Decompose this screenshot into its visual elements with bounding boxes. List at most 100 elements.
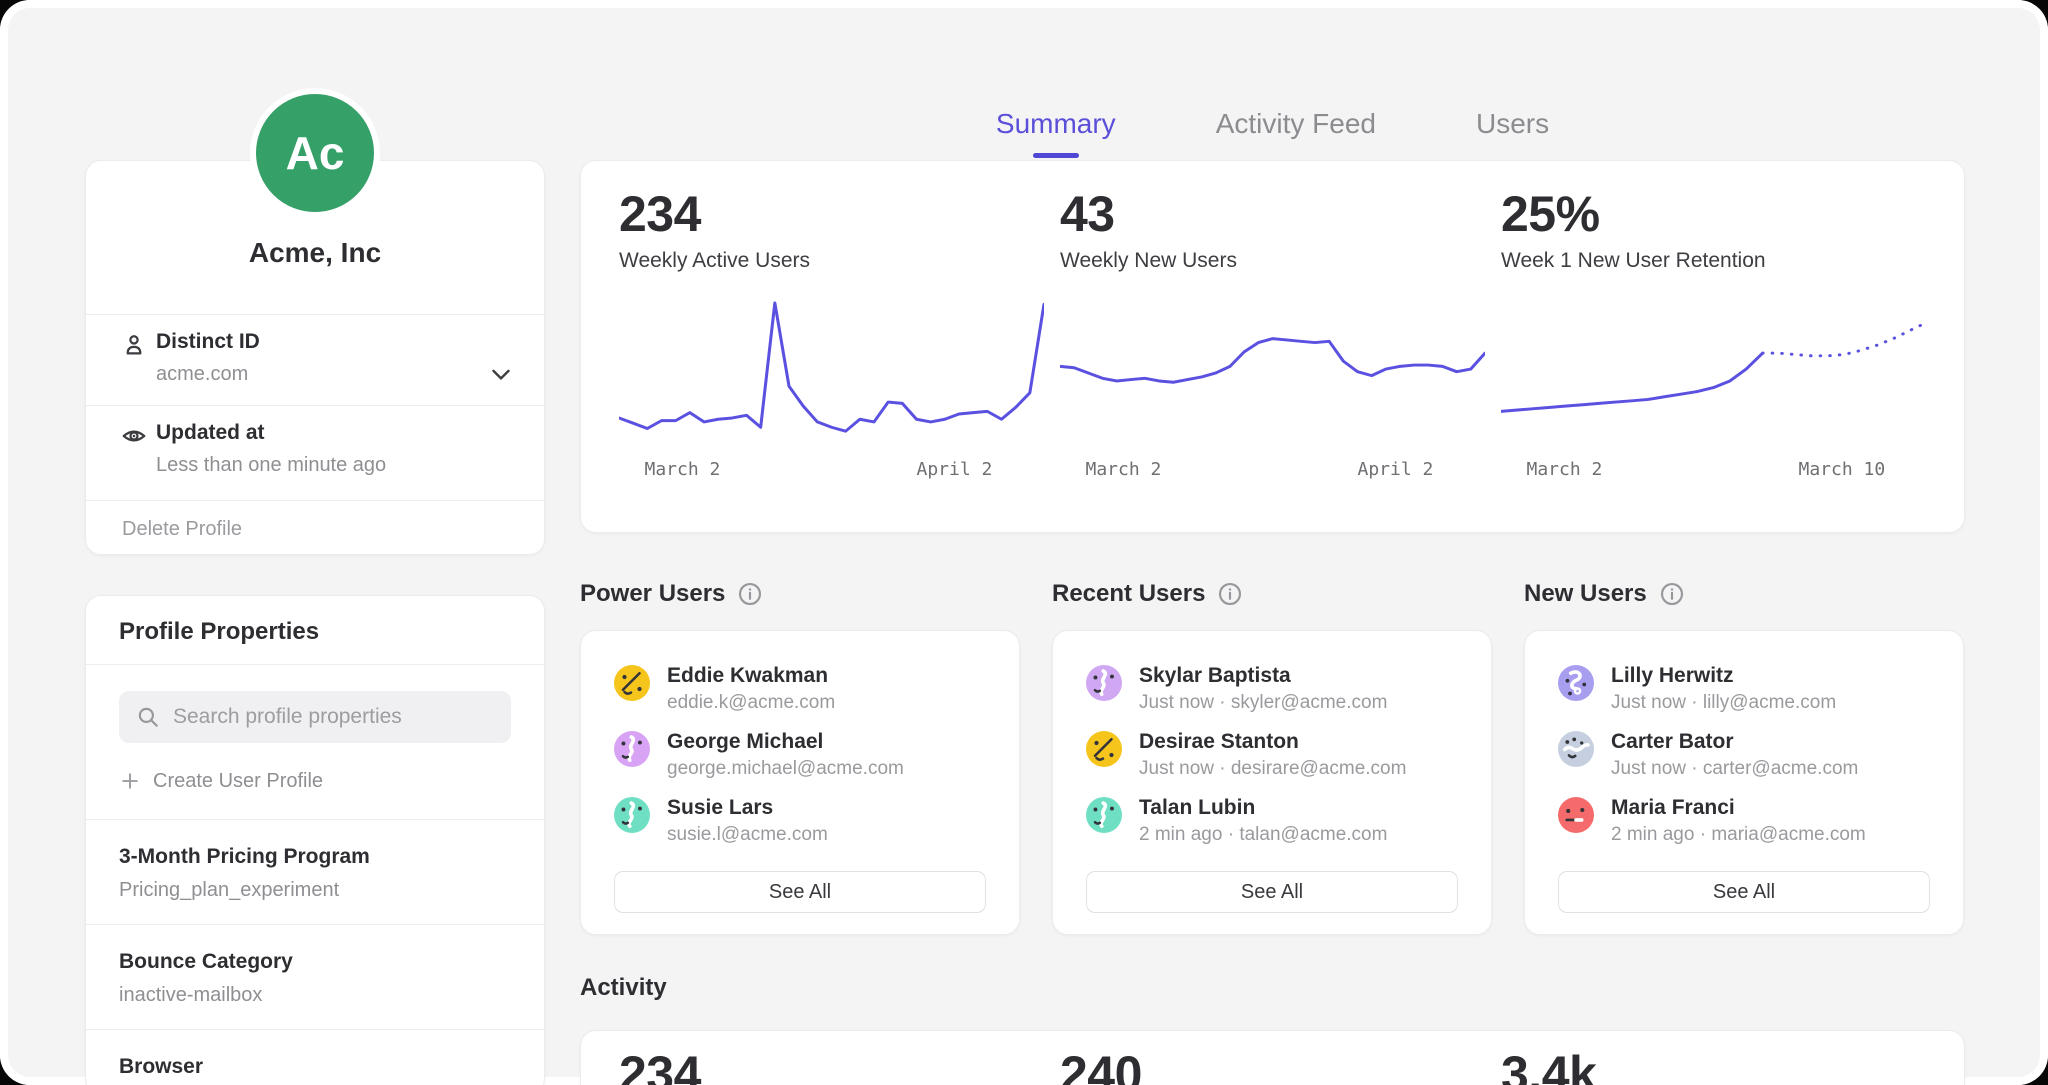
user-detail: eddie.k@acme.com bbox=[667, 691, 835, 714]
x-tick: March 2 bbox=[1527, 459, 1603, 480]
tab-bar: Summary Activity Feed Users bbox=[580, 104, 1965, 144]
field-value: Less than one minute ago bbox=[156, 453, 514, 477]
property-value: Pricing_plan_experiment bbox=[119, 878, 511, 902]
see-all-button[interactable]: See All bbox=[1558, 871, 1930, 913]
activity-title: Activity bbox=[580, 974, 667, 1002]
avatar bbox=[614, 731, 650, 767]
info-icon[interactable] bbox=[1659, 581, 1685, 607]
user-detail: george.michael@acme.com bbox=[667, 757, 904, 780]
avatar bbox=[1086, 665, 1122, 701]
see-all-button[interactable]: See All bbox=[1086, 871, 1458, 913]
user-row[interactable]: Maria Franci 2 min ago · maria@acme.com bbox=[1558, 795, 1930, 845]
user-row[interactable]: Eddie Kwakman eddie.k@acme.com bbox=[614, 663, 986, 713]
divider bbox=[86, 664, 544, 665]
x-axis-labels: March 2 April 2 bbox=[619, 459, 1044, 485]
plus-icon bbox=[119, 770, 141, 792]
squiggle-face-icon bbox=[1086, 797, 1122, 833]
create-user-profile-label: Create User Profile bbox=[153, 770, 323, 793]
curl-face-icon bbox=[1558, 665, 1594, 701]
stat-label: Week 1 New User Retention bbox=[1501, 249, 1926, 273]
user-name: Susie Lars bbox=[667, 795, 828, 821]
tab-activity-feed[interactable]: Activity Feed bbox=[1214, 104, 1378, 144]
sparkline-chart bbox=[619, 297, 1044, 445]
activity-card: 234 240 3.4k bbox=[580, 1030, 1965, 1085]
search-box bbox=[119, 691, 511, 743]
profile-properties-card: Profile Properties Create User Profile 3… bbox=[85, 595, 545, 1085]
user-row[interactable]: Carter Bator Just now · carter@acme.com bbox=[1558, 729, 1930, 779]
see-all-button[interactable]: See All bbox=[614, 871, 986, 913]
delete-profile-button[interactable]: Delete Profile bbox=[86, 501, 544, 558]
sidebar: Ac Acme, Inc Distinct ID acme.com bbox=[85, 0, 545, 1085]
field-updated-at: Updated at Less than one minute ago bbox=[86, 406, 544, 500]
wink-face-icon bbox=[1086, 731, 1122, 767]
stat-weekly-new-users: 43 Weekly New Users March 2 April 2 bbox=[1052, 187, 1493, 514]
eye-icon bbox=[120, 422, 148, 450]
field-value: acme.com bbox=[156, 362, 514, 386]
chevron-down-icon[interactable] bbox=[486, 359, 516, 389]
property-item[interactable]: Bounce Category inactive-mailbox bbox=[86, 925, 544, 1029]
user-detail: Just now · lilly@acme.com bbox=[1611, 691, 1836, 714]
create-user-profile-button[interactable]: Create User Profile bbox=[119, 767, 323, 795]
user-detail: Just now · skyler@acme.com bbox=[1139, 691, 1387, 714]
property-item[interactable]: 3-Month Pricing Program Pricing_plan_exp… bbox=[86, 820, 544, 924]
flat-face-icon bbox=[1558, 797, 1594, 833]
user-detail: 2 min ago · maria@acme.com bbox=[1611, 823, 1866, 846]
field-label: Distinct ID bbox=[156, 329, 514, 355]
user-row[interactable]: Lilly Herwitz Just now · lilly@acme.com bbox=[1558, 663, 1930, 713]
section-header: Recent Users bbox=[1052, 578, 1492, 610]
person-icon bbox=[120, 331, 148, 359]
wink-face-icon bbox=[614, 665, 650, 701]
user-detail: Just now · carter@acme.com bbox=[1611, 757, 1858, 780]
squiggle-face-icon bbox=[614, 797, 650, 833]
x-tick: March 10 bbox=[1799, 459, 1886, 480]
user-detail: susie.l@acme.com bbox=[667, 823, 828, 846]
x-tick: April 2 bbox=[917, 459, 993, 480]
section-recent-users: Recent Users Skylar Baptista Just now · … bbox=[1052, 578, 1492, 935]
user-row[interactable]: George Michael george.michael@acme.com bbox=[614, 729, 986, 779]
avatar bbox=[1086, 731, 1122, 767]
zigzag-face-icon bbox=[1558, 731, 1594, 767]
info-icon[interactable] bbox=[1217, 581, 1243, 607]
company-avatar: Ac bbox=[250, 88, 380, 218]
sparkline-chart bbox=[1060, 297, 1485, 445]
stat-value: 234 bbox=[619, 1047, 1044, 1085]
x-axis-labels: March 2 March 10 bbox=[1501, 459, 1926, 485]
main: Summary Activity Feed Users 234 Weekly A… bbox=[580, 0, 1965, 1085]
stat-label: Weekly Active Users bbox=[619, 249, 1044, 273]
user-name: Carter Bator bbox=[1611, 729, 1858, 755]
activity-stat: 240 bbox=[1052, 1047, 1493, 1085]
avatar bbox=[1086, 797, 1122, 833]
stat-value: 234 bbox=[619, 187, 1044, 241]
user-row[interactable]: Susie Lars susie.l@acme.com bbox=[614, 795, 986, 845]
avatar bbox=[1558, 731, 1594, 767]
avatar bbox=[614, 665, 650, 701]
stats-card: 234 Weekly Active Users March 2 April 2 … bbox=[580, 160, 1965, 533]
user-detail: 2 min ago · talan@acme.com bbox=[1139, 823, 1387, 846]
user-row[interactable]: Skylar Baptista Just now · skyler@acme.c… bbox=[1086, 663, 1458, 713]
info-icon[interactable] bbox=[737, 581, 763, 607]
section-new-users: New Users Lilly Herwitz Just now · lilly… bbox=[1524, 578, 1964, 935]
user-row[interactable]: Desirae Stanton Just now · desirare@acme… bbox=[1086, 729, 1458, 779]
property-value: inactive-mailbox bbox=[119, 983, 511, 1007]
tab-summary[interactable]: Summary bbox=[994, 104, 1118, 144]
property-label: Bounce Category bbox=[119, 949, 511, 975]
section-header: New Users bbox=[1524, 578, 1964, 610]
x-tick: March 2 bbox=[645, 459, 721, 480]
tab-users[interactable]: Users bbox=[1474, 104, 1551, 144]
search-icon bbox=[135, 704, 161, 730]
section-power-users: Power Users Eddie Kwakman eddie.k@acme.c… bbox=[580, 578, 1020, 935]
stat-value: 240 bbox=[1060, 1047, 1485, 1085]
activity-stat: 3.4k bbox=[1493, 1047, 1934, 1085]
x-axis-labels: March 2 April 2 bbox=[1060, 459, 1485, 485]
property-item[interactable]: Browser Chrome bbox=[86, 1030, 544, 1085]
search-input[interactable] bbox=[171, 691, 511, 743]
section-title: New Users bbox=[1524, 580, 1647, 608]
user-row[interactable]: Talan Lubin 2 min ago · talan@acme.com bbox=[1086, 795, 1458, 845]
field-label: Updated at bbox=[156, 420, 514, 446]
user-name: Desirae Stanton bbox=[1139, 729, 1406, 755]
app-frame: Ac Acme, Inc Distinct ID acme.com bbox=[0, 0, 2048, 1085]
property-label: 3-Month Pricing Program bbox=[119, 844, 511, 870]
field-distinct-id[interactable]: Distinct ID acme.com bbox=[86, 315, 544, 405]
sparkline-chart bbox=[1501, 297, 1926, 445]
user-name: Talan Lubin bbox=[1139, 795, 1387, 821]
